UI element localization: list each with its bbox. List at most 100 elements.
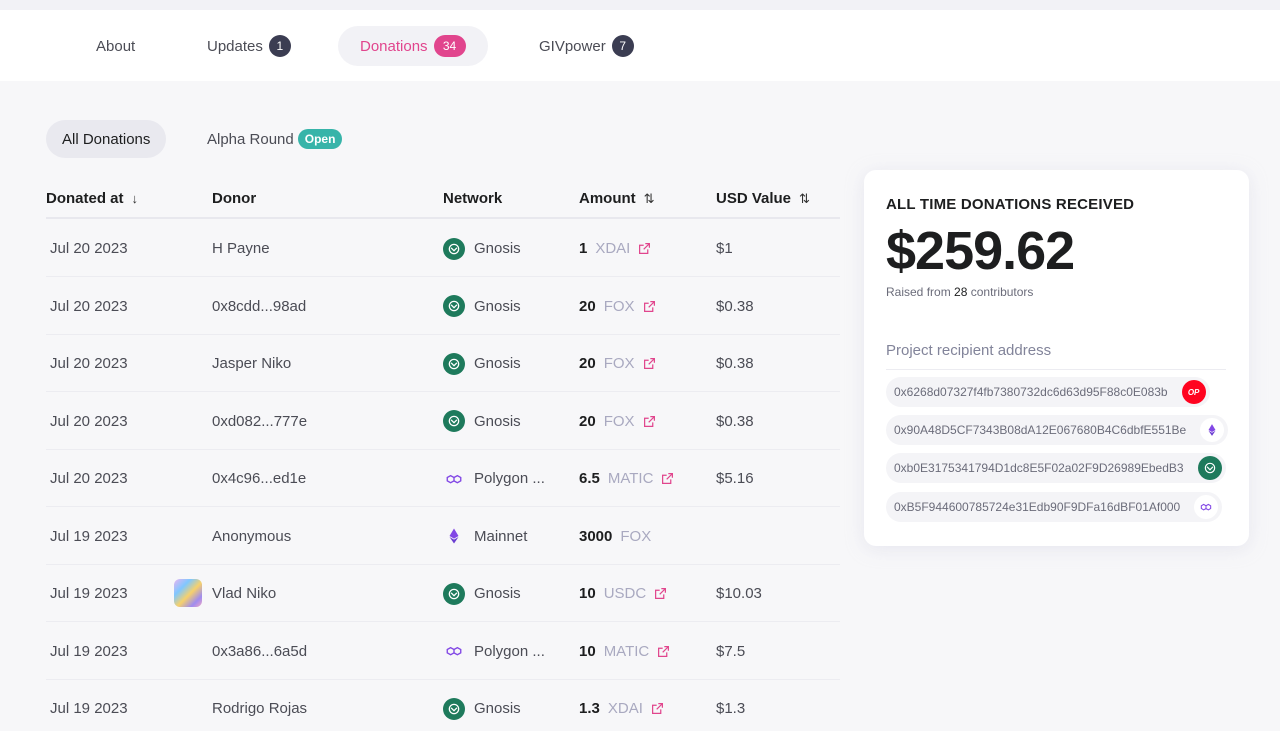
filter-alpha-round[interactable]: Alpha Round Open: [207, 120, 343, 158]
tab-label: Updates: [207, 37, 263, 55]
external-link-icon[interactable]: [661, 472, 674, 485]
network-name: Gnosis: [474, 412, 521, 430]
header-label: Amount: [579, 190, 636, 207]
usd-value: $0.38: [716, 412, 754, 430]
external-link-icon[interactable]: [651, 702, 664, 715]
gnosis-icon: [443, 582, 465, 605]
network-name: Gnosis: [474, 297, 521, 315]
external-link-icon[interactable]: [643, 300, 656, 313]
sort-icon: ⇅: [643, 190, 655, 206]
amount-value: 1: [579, 240, 588, 257]
donation-date: Jul 19 2023: [50, 585, 128, 602]
donation-date: Jul 19 2023: [50, 700, 128, 717]
filter-label: All Donations: [62, 130, 151, 148]
amount-cell: 10 MATIC: [579, 623, 670, 680]
network-cell: Gnosis: [443, 220, 521, 277]
donor-avatar: [174, 579, 202, 607]
external-link-icon[interactable]: [657, 645, 670, 658]
address-text: 0x90A48D5CF7343B08dA12E067680B4C6dbfE551…: [894, 423, 1187, 437]
amount-value: 3000: [579, 527, 613, 545]
header-label: Network: [443, 190, 503, 207]
donation-date: Jul 20 2023: [50, 297, 128, 315]
external-link-icon[interactable]: [638, 242, 651, 255]
donor-name[interactable]: Vlad Niko: [212, 565, 276, 622]
divider: [886, 369, 1226, 370]
recipient-address-polygon[interactable]: 0xB5F944600785724e31Edb90F9DFa16dBF01Af0…: [886, 492, 1223, 522]
external-link-icon[interactable]: [643, 415, 656, 428]
header-label: Donor: [212, 190, 257, 207]
tab-label: Donations: [360, 37, 428, 55]
network-cell: Mainnet: [443, 508, 527, 565]
gnosis-icon: [443, 352, 465, 375]
usd-value: $5.16: [716, 470, 754, 487]
gnosis-icon: [443, 410, 465, 432]
donor-name[interactable]: 0x4c96...ed1e: [212, 450, 306, 507]
external-link-icon[interactable]: [654, 587, 667, 600]
filter-all-donations[interactable]: All Donations: [46, 120, 167, 158]
header-amount[interactable]: Amount ⇅: [579, 190, 655, 207]
donor-name[interactable]: 0x3a86...6a5d: [212, 623, 307, 680]
tab-label: GIVpower: [539, 37, 606, 55]
tab-about[interactable]: About: [96, 26, 135, 66]
polygon-icon: [443, 468, 465, 490]
network-name: Gnosis: [474, 240, 521, 257]
table-row: Jul 20 2023 0x4c96...ed1e Polygon ... 6.5 MA…: [46, 450, 840, 507]
network-cell: Gnosis: [443, 278, 521, 335]
tab-label: About: [96, 37, 136, 55]
token-symbol: MATIC: [607, 470, 654, 487]
network-cell: Polygon ...: [443, 623, 545, 680]
usd-value: $10.03: [716, 585, 762, 602]
donation-date: Jul 20 2023: [50, 240, 128, 257]
address-text: 0x6268d07327f4fb7380732dc6d63d95F88c0E08…: [894, 385, 1168, 399]
usd-value: $1.3: [716, 700, 746, 717]
tab-donations[interactable]: Donations 34: [338, 26, 488, 66]
gnosis-icon: [443, 237, 465, 260]
table-row: Jul 19 2023 Vlad Niko Gnosis 10 USDC $10.03: [46, 565, 840, 622]
address-text: 0xb0E3175341794D1dc8E5F02a02F9D26989Ebed…: [894, 461, 1184, 475]
network-cell: Gnosis: [443, 680, 521, 731]
network-name: Polygon ...: [474, 470, 545, 487]
table-row: Jul 19 2023 Anonymous Mainnet 3000 FOX: [46, 508, 840, 565]
donor-name[interactable]: 0xd082...777e: [212, 393, 307, 450]
donor-name[interactable]: H Payne: [212, 220, 270, 277]
token-symbol: FOX: [603, 355, 635, 372]
external-link-icon[interactable]: [643, 357, 656, 370]
network-name: Gnosis: [474, 355, 521, 372]
donor-name[interactable]: 0x8cdd...98ad: [212, 278, 306, 335]
amount-value: 1.3: [579, 700, 600, 717]
header-donated-at[interactable]: Donated at ↓: [46, 190, 138, 207]
amount-value: 6.5: [579, 470, 600, 487]
token-symbol: FOX: [603, 412, 635, 430]
recipient-address-label: Project recipient address: [886, 342, 1052, 359]
contributors-count: 28: [954, 285, 968, 299]
summary-title: ALL TIME DONATIONS RECEIVED: [886, 196, 1135, 213]
amount-value: 10: [579, 642, 596, 660]
recipient-address-gnosis[interactable]: 0xb0E3175341794D1dc8E5F02a02F9D26989Ebed…: [886, 453, 1226, 483]
network-name: Polygon ...: [474, 642, 545, 660]
amount-value: 20: [579, 297, 596, 315]
amount-value: 20: [579, 412, 596, 430]
count-badge: 7: [611, 35, 634, 57]
header-donor: Donor: [212, 190, 256, 207]
table-row: Jul 19 2023 Rodrigo Rojas Gnosis 1.3 XDAI $1.…: [46, 680, 840, 731]
donation-date: Jul 20 2023: [50, 412, 128, 430]
polygon-icon: [1194, 495, 1219, 519]
amount-value: 10: [579, 585, 596, 602]
network-name: Gnosis: [474, 585, 521, 602]
header-network: Network: [443, 190, 502, 207]
recipient-address-ethereum[interactable]: 0x90A48D5CF7343B08dA12E067680B4C6dbfE551…: [886, 415, 1229, 445]
donor-name[interactable]: Jasper Niko: [212, 335, 291, 392]
donation-date: Jul 20 2023: [50, 355, 128, 372]
amount-cell: 20 FOX: [579, 335, 656, 392]
gnosis-icon: [443, 295, 465, 317]
recipient-address-optimism[interactable]: 0x6268d07327f4fb7380732dc6d63d95F88c0E08…: [886, 377, 1210, 407]
amount-cell: 6.5 MATIC: [579, 450, 674, 507]
network-name: Gnosis: [474, 700, 521, 717]
network-cell: Gnosis: [443, 393, 521, 450]
donor-name[interactable]: Rodrigo Rojas: [212, 680, 307, 731]
tab-givpower[interactable]: GIVpower 7: [539, 26, 634, 66]
donor-name[interactable]: Anonymous: [212, 508, 291, 565]
tab-updates[interactable]: Updates 1: [207, 26, 291, 66]
header-usd-value[interactable]: USD Value ⇅: [716, 190, 810, 207]
raised-prefix: Raised from: [886, 285, 951, 299]
